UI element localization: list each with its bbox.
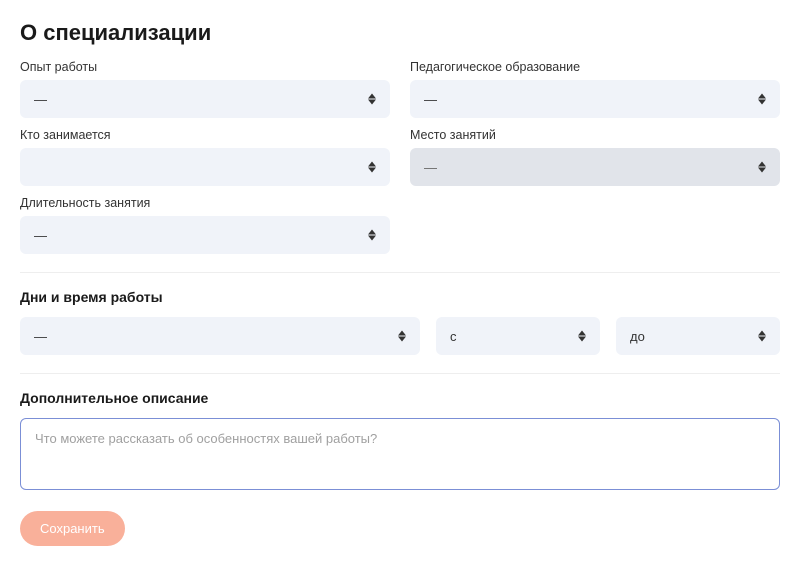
location-label: Место занятий [410, 128, 780, 142]
schedule-from-select[interactable]: с [436, 317, 600, 355]
schedule-day-select[interactable]: — [20, 317, 420, 355]
schedule-to-select[interactable]: до [616, 317, 780, 355]
schedule-day-value: — [34, 329, 47, 344]
duration-value: — [34, 228, 47, 243]
description-title: Дополнительное описание [20, 390, 780, 406]
education-select[interactable]: — [410, 80, 780, 118]
duration-select[interactable]: — [20, 216, 390, 254]
experience-value: — [34, 92, 47, 107]
divider [20, 272, 780, 273]
schedule-from-value: с [450, 329, 457, 344]
duration-label: Длительность занятия [20, 196, 390, 210]
who-label: Кто занимается [20, 128, 390, 142]
experience-label: Опыт работы [20, 60, 390, 74]
description-textarea[interactable] [20, 418, 780, 490]
experience-select[interactable]: — [20, 80, 390, 118]
section-title: О специализации [20, 20, 780, 46]
location-select: — [410, 148, 780, 186]
schedule-title: Дни и время работы [20, 289, 780, 305]
education-label: Педагогическое образование [410, 60, 780, 74]
schedule-to-value: до [630, 329, 645, 344]
divider [20, 373, 780, 374]
who-select[interactable] [20, 148, 390, 186]
save-button[interactable]: Сохранить [20, 511, 125, 546]
location-value: — [424, 160, 437, 175]
education-value: — [424, 92, 437, 107]
